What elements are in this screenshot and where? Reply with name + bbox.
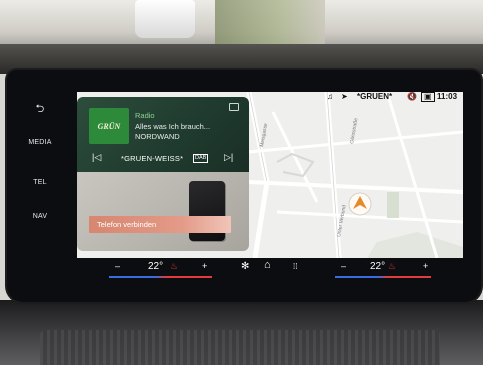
seat-heating-right-icon[interactable]: ♨ <box>388 261 396 272</box>
back-icon[interactable]: ⮌ <box>7 100 73 119</box>
apps-icon[interactable]: ⁞⁞ <box>293 262 297 271</box>
mute-icon: 🔇 <box>407 92 417 101</box>
temperature-left[interactable]: 22° <box>148 261 163 272</box>
side-item-nav[interactable]: NAV <box>7 213 73 220</box>
background-car <box>135 0 195 38</box>
radio-controls: |◁ *GRUEN-WEISS* DAB ▷| <box>77 149 249 169</box>
temp-up-right-button[interactable]: + <box>423 261 428 271</box>
phone-widget[interactable]: Telefon verbinden <box>77 172 249 251</box>
temperature-right[interactable]: 22° <box>370 261 385 272</box>
infotainment-screen: ⮌ MEDIA TEL NAV Meisgasse Gänsstraße Unt… <box>7 70 481 302</box>
home-icon[interactable]: ⌂ <box>264 259 271 271</box>
status-station: *GRUEN* <box>357 92 393 101</box>
side-item-tel[interactable]: TEL <box>7 179 73 186</box>
previous-station-icon[interactable]: |◁ <box>92 152 101 163</box>
next-station-icon[interactable]: ▷| <box>224 152 233 163</box>
clock: 11:03 <box>437 92 458 101</box>
background-trees <box>215 0 325 44</box>
temp-down-right-button[interactable]: – <box>341 261 346 271</box>
track-artist: NORDWAND <box>135 132 180 141</box>
temp-up-left-button[interactable]: + <box>202 261 207 271</box>
radio-source-label: Radio <box>135 111 155 120</box>
temp-down-left-button[interactable]: – <box>115 261 120 271</box>
air-vent <box>40 330 440 365</box>
fan-icon[interactable]: ✻ <box>241 261 249 272</box>
temperature-scale-left <box>109 276 212 278</box>
navigation-arrow-icon: ➤ <box>341 92 348 101</box>
track-title: Alles was Ich brauch... <box>135 122 211 131</box>
widget-menu-icon[interactable] <box>229 103 239 111</box>
station-logo: GRÜN <box>89 108 129 144</box>
seat-heating-left-icon[interactable]: ♨ <box>170 261 178 272</box>
dab-badge: DAB <box>193 154 209 163</box>
side-item-media[interactable]: MEDIA <box>7 139 73 146</box>
screen-icon: ▣ <box>421 92 435 102</box>
side-navigation: ⮌ MEDIA TEL NAV <box>7 70 73 250</box>
connect-phone-button[interactable]: Telefon verbinden <box>89 216 231 233</box>
station-name: *GRUEN-WEISS* <box>121 154 184 163</box>
station-logo-text: GRÜN <box>97 121 121 131</box>
temperature-scale-right <box>335 276 431 278</box>
climate-bar: – 22° ♨ + ✻ ⌂ ⁞⁞ – 22° ♨ + <box>77 256 463 282</box>
bluetooth-audio-icon: ♫ <box>327 92 333 101</box>
radio-widget[interactable]: GRÜN Radio Alles was Ich brauch... NORDW… <box>77 97 249 172</box>
